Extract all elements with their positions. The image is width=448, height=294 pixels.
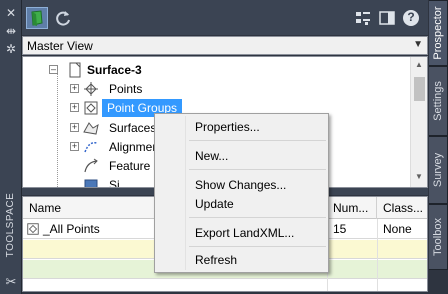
help-glyph: ? (407, 10, 415, 24)
menu-gutter (185, 116, 186, 270)
tools-icon[interactable]: ✂ (3, 274, 19, 290)
menu-item-show-changes[interactable]: Show Changes... (195, 175, 286, 195)
scroll-down-icon[interactable]: ▼ (415, 172, 423, 181)
tree-item-surface[interactable]: – Surface-3 (49, 61, 249, 79)
alignments-icon (84, 141, 98, 153)
feature-lines-icon (84, 158, 98, 173)
surfaces-icon (83, 122, 99, 135)
context-menu: Properties... New... Show Changes... Upd… (154, 113, 329, 273)
tab-settings[interactable]: Settings (429, 66, 448, 136)
palette-tabs: Prospector Settings Survey Toolbox (428, 0, 448, 294)
tab-survey[interactable]: Survey (429, 136, 448, 204)
tree-guide (57, 71, 58, 187)
sites-icon (84, 179, 98, 187)
column-header-class[interactable]: Class... (377, 197, 427, 219)
menu-separator (189, 169, 326, 170)
tree-scrollbar[interactable]: ▲ ▼ (410, 57, 427, 187)
row-number: 15 (333, 222, 347, 236)
tree-item-label: Si (109, 178, 120, 188)
gear-icon[interactable]: ✲ (4, 42, 18, 56)
menu-item-export-landxml[interactable]: Export LandXML... (195, 223, 294, 243)
toolspace-side-strip: ✕ ⇹ ✲ TOOLSPACE ✂ (0, 0, 22, 294)
toolbar: ? (22, 0, 428, 35)
tab-prospector-label: Prospector (432, 6, 444, 60)
view-selector-value: Master View (27, 39, 93, 53)
scroll-up-icon[interactable]: ▲ (415, 60, 423, 69)
menu-separator (189, 246, 326, 247)
column-divider (377, 219, 378, 291)
menu-item-refresh[interactable]: Refresh (195, 250, 237, 270)
expand-icon[interactable]: + (70, 103, 79, 112)
tab-settings-label: Settings (432, 81, 444, 121)
panel-view-icon[interactable] (376, 7, 398, 29)
menu-item-new[interactable]: New... (195, 146, 228, 166)
menu-separator (189, 140, 326, 141)
chevron-down-icon: ▼ (413, 39, 423, 50)
tree-item-label: Points (109, 82, 143, 96)
table-row-empty (23, 280, 427, 291)
auto-hide-icon[interactable]: ⇹ (4, 24, 18, 38)
tree-item-label: Surfaces (109, 121, 157, 135)
item-view-icon[interactable] (352, 7, 374, 29)
tab-toolbox[interactable]: Toolbox (429, 204, 448, 270)
scrollbar-thumb[interactable] (414, 77, 425, 101)
view-selector[interactable]: Master View ▼ (22, 36, 428, 55)
close-icon[interactable]: ✕ (4, 6, 18, 20)
help-icon[interactable]: ? (400, 7, 422, 29)
expand-icon[interactable]: + (70, 123, 79, 132)
expand-icon[interactable]: + (70, 84, 79, 93)
toolspace-title: TOOLSPACE (5, 192, 16, 258)
surface-icon (69, 62, 81, 78)
point-groups-icon (84, 101, 98, 115)
refresh-icon[interactable] (52, 7, 74, 29)
row-class: None (383, 222, 412, 236)
tab-toolbox-label: Toolbox (432, 218, 444, 256)
points-icon (84, 82, 98, 96)
column-header-number[interactable]: Num... (327, 197, 377, 219)
tab-prospector[interactable]: Prospector (429, 0, 448, 66)
tab-survey-label: Survey (432, 152, 444, 188)
menu-item-properties[interactable]: Properties... (195, 117, 260, 137)
tree-item-points[interactable]: + Points (70, 80, 270, 98)
tree-item-label: Alignmen (109, 140, 160, 154)
expand-icon[interactable]: + (70, 142, 79, 151)
prospector-active-icon[interactable] (26, 7, 48, 29)
menu-separator (189, 217, 326, 218)
menu-item-update[interactable]: Update (195, 194, 234, 214)
tree-item-label: Surface-3 (87, 63, 142, 77)
